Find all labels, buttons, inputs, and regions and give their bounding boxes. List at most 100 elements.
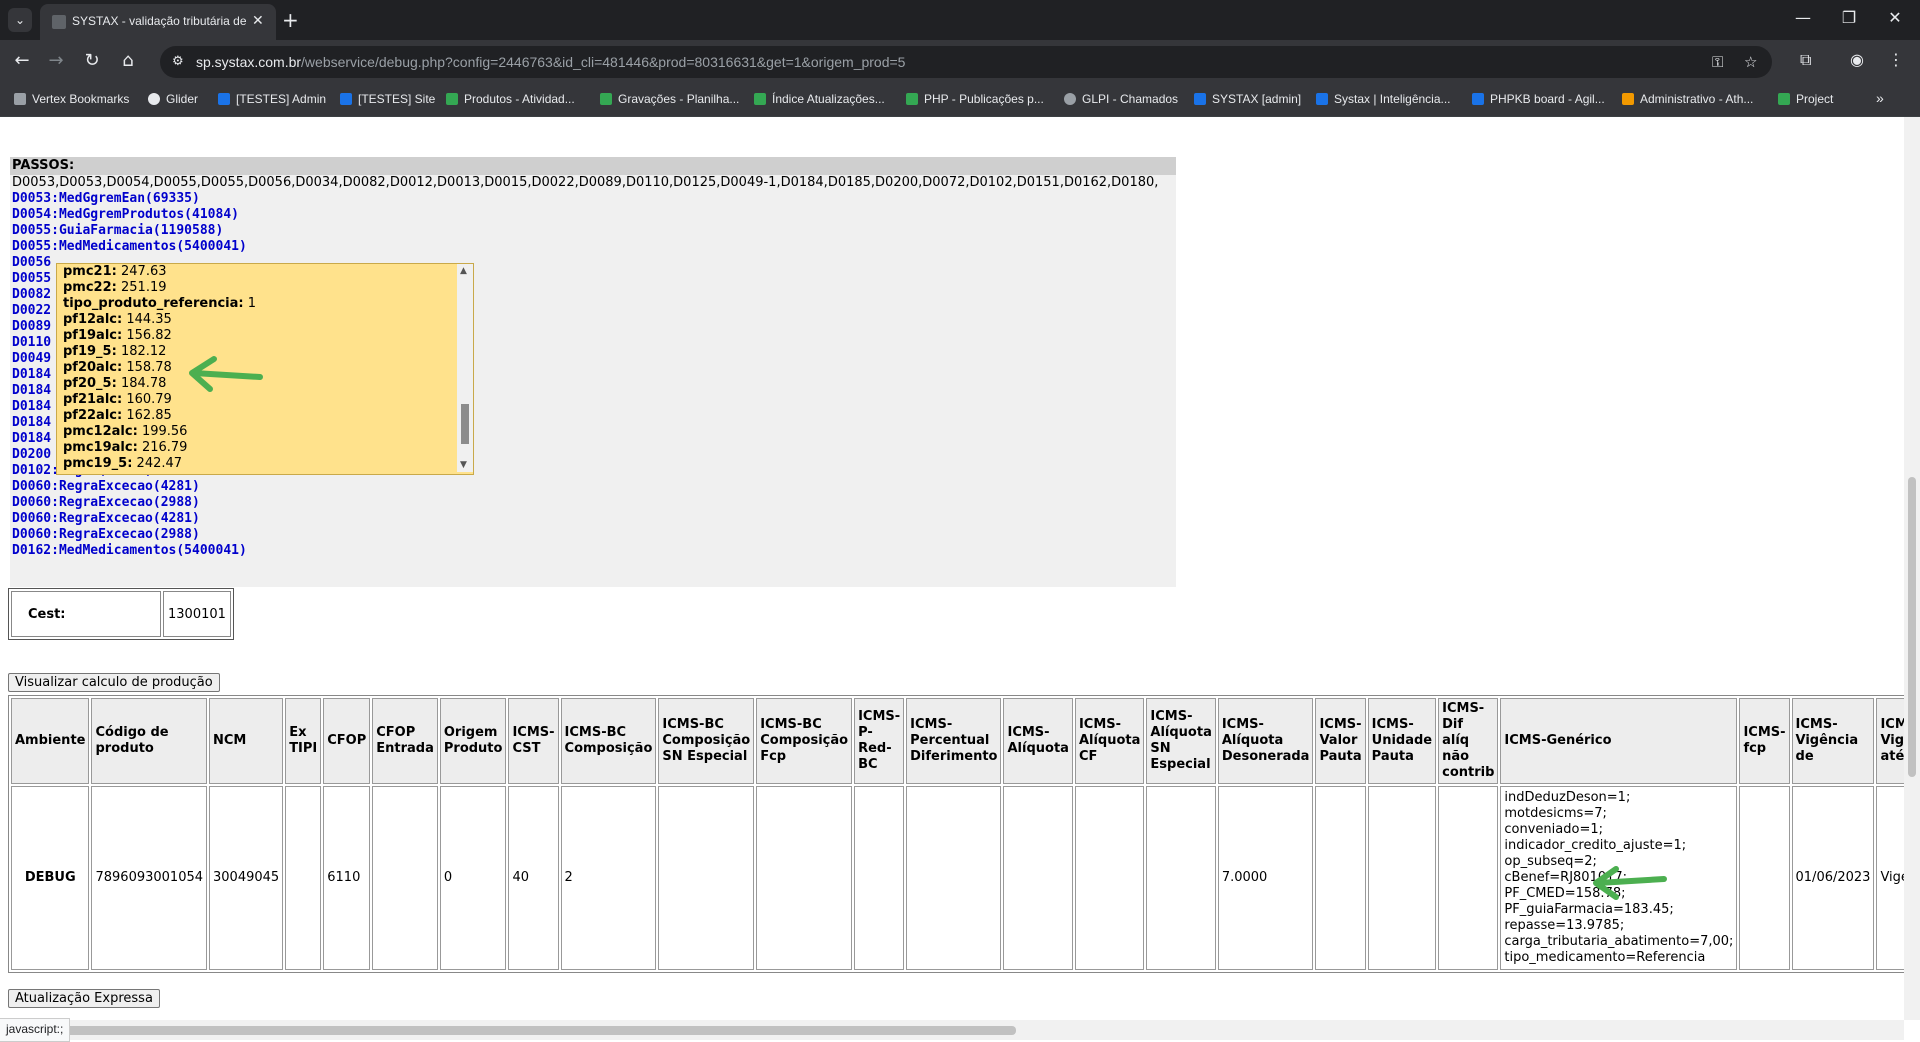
debug-link[interactable]: D0055:MedMedicamentos(5400041)	[12, 239, 1176, 255]
bookmark-item[interactable]: Gravações - Planilha...	[600, 92, 739, 106]
site-icon	[1316, 93, 1328, 105]
horizontal-scroll-thumb[interactable]	[60, 1026, 1016, 1035]
table-cell: 2	[560, 786, 657, 970]
close-tab-icon[interactable]: ✕	[252, 13, 264, 29]
vertical-scroll-thumb[interactable]	[1908, 477, 1916, 777]
menu-icon[interactable]: ⋮	[1888, 50, 1904, 69]
tab-strip: ⌄ SYSTAX - validação tributária de ✕ + —…	[0, 0, 1920, 40]
popup-key: pf20_5:	[63, 376, 117, 391]
green-arrow-pf-cmed	[1593, 866, 1667, 900]
minimize-icon[interactable]: —	[1780, 8, 1826, 27]
popup-scrollbar[interactable]: ▲ ▼	[457, 264, 473, 472]
back-icon[interactable]: ←	[10, 50, 34, 71]
debug-link[interactable]: D0060:RegraExcecao(4281)	[12, 511, 1176, 527]
scroll-down-icon[interactable]: ▼	[460, 460, 467, 470]
atualizacao-expressa-button[interactable]: Atualização Expressa	[8, 989, 160, 1008]
debug-link[interactable]: D0060:RegraExcecao(2988)	[12, 495, 1176, 511]
debug-link[interactable]: D0162:MedMedicamentos(5400041)	[12, 543, 1176, 559]
table-cell	[1438, 786, 1499, 970]
page-horizontal-scrollbar[interactable]	[0, 1020, 1904, 1040]
popup-row: tipo_produto_referencia: 1	[63, 296, 449, 312]
generic-line: indicador_credito_ajuste=1;	[1504, 838, 1687, 853]
table-cell: 01/06/2023	[1791, 786, 1875, 970]
sheets-icon	[906, 93, 918, 105]
tab-search-icon[interactable]: ⌄	[8, 8, 32, 32]
generic-line: tipo_medicamento=Referencia	[1504, 950, 1706, 965]
generic-line: repasse=13.9785;	[1504, 918, 1625, 933]
popup-value: 242.47	[136, 456, 183, 471]
bookmark-item[interactable]: PHPKB board - Agil...	[1472, 92, 1605, 106]
bookmark-star-icon[interactable]: ☆	[1744, 53, 1757, 71]
debug-link[interactable]: D0054:MedGgremProdutos(41084)	[12, 207, 1176, 223]
popup-row: pf22alc: 162.85	[63, 408, 449, 424]
table-cell: 30049045	[209, 786, 284, 970]
bookmark-item[interactable]: Glider	[148, 92, 198, 106]
page-vertical-scrollbar[interactable]	[1904, 117, 1920, 1020]
column-header: ICMS-BC Composição Fcp	[756, 698, 853, 784]
table-cell	[1074, 786, 1145, 970]
bookmark-item[interactable]: Índice Atualizações...	[754, 92, 885, 106]
active-tab[interactable]: SYSTAX - validação tributária de ✕	[40, 4, 276, 40]
column-header: ICMS-Dif alíq não contrib	[1438, 698, 1499, 784]
popup-scroll-thumb[interactable]	[461, 404, 469, 444]
visualizar-calculo-button[interactable]: Visualizar calculo de produção	[8, 673, 220, 692]
bookmark-item[interactable]: Vertex Bookmarks	[14, 92, 129, 106]
column-header: ICMS-BC Composição SN Especial	[658, 698, 755, 784]
popup-row: pmc12alc: 199.56	[63, 424, 449, 440]
popup-key: pf22alc:	[63, 408, 123, 423]
bookmark-item[interactable]: [TESTES] Site	[340, 92, 435, 106]
forward-icon[interactable]: →	[44, 50, 68, 71]
popup-key: tipo_produto_referencia:	[63, 296, 244, 311]
popup-row: pf12alc: 144.35	[63, 312, 449, 328]
profile-icon[interactable]: ◉	[1850, 50, 1864, 69]
key-icon[interactable]: ⚿	[1712, 53, 1723, 71]
debug-link[interactable]: D0060:RegraExcecao(2988)	[12, 527, 1176, 543]
popup-value: 144.35	[126, 312, 172, 327]
bookmark-item[interactable]: GLPI - Chamados	[1064, 92, 1178, 106]
close-window-icon[interactable]: ✕	[1872, 8, 1918, 27]
bookmark-item[interactable]: Produtos - Atividad...	[446, 92, 575, 106]
address-bar[interactable]: ⚙ sp.systax.com.br/webservice/debug.php?…	[160, 46, 1772, 78]
column-header: ICMS-P-Red-BC	[854, 698, 905, 784]
debug-link[interactable]: D0055:GuiaFarmacia(1190588)	[12, 223, 1176, 239]
popup-value: 251.19	[121, 280, 167, 295]
table-cell: DEBUG	[11, 786, 90, 970]
debug-link[interactable]: D0053:MedGgremEan(69335)	[12, 191, 1176, 207]
passos-header: PASSOS:	[10, 157, 1176, 175]
more-bookmarks-icon[interactable]: »	[1876, 90, 1884, 106]
new-tab-icon[interactable]: +	[282, 8, 299, 32]
bookmark-item[interactable]: Administrativo - Ath...	[1622, 92, 1753, 106]
folder-icon	[14, 93, 26, 105]
popup-row: pmc21: 247.63	[63, 264, 449, 280]
bookmark-item[interactable]: SYSTAX [admin]	[1194, 92, 1301, 106]
popup-value: 182.12	[120, 344, 167, 359]
tab-title: SYSTAX - validação tributária de	[72, 14, 247, 28]
bookmark-item[interactable]: Systax | Inteligência...	[1316, 92, 1451, 106]
site-info-icon[interactable]: ⚙	[172, 54, 184, 69]
debug-link[interactable]: D0060:RegraExcecao(4281)	[12, 479, 1176, 495]
popup-value: 156.82	[126, 328, 172, 343]
bookmark-item[interactable]: PHP - Publicações p...	[906, 92, 1044, 106]
table-cell	[906, 786, 1002, 970]
site-icon	[218, 93, 230, 105]
popup-key: pf19alc:	[63, 328, 123, 343]
scroll-up-icon[interactable]: ▲	[460, 266, 467, 276]
popup-key: pf21alc:	[63, 392, 123, 407]
popup-key: pmc22:	[63, 280, 117, 295]
popup-row: pmc19alc: 216.79	[63, 440, 449, 456]
globe-icon	[148, 93, 160, 105]
bookmarks-bar: Vertex Bookmarks Glider [TESTES] Admin […	[0, 84, 1920, 117]
restore-icon[interactable]: ❐	[1826, 8, 1872, 27]
reload-icon[interactable]: ↻	[80, 50, 104, 71]
home-icon[interactable]: ⌂	[116, 50, 140, 71]
sheets-icon	[600, 93, 612, 105]
popup-value: 1	[247, 296, 256, 311]
site-icon	[340, 93, 352, 105]
table-cell	[1739, 786, 1790, 970]
column-header: Origem Produto	[439, 698, 507, 784]
bookmark-item[interactable]: [TESTES] Admin	[218, 92, 326, 106]
status-bar: javascript:;	[0, 1018, 71, 1042]
bookmark-item[interactable]: Project	[1778, 92, 1833, 106]
url-text: sp.systax.com.br/webservice/debug.php?co…	[196, 54, 906, 70]
extensions-icon[interactable]: ⧉	[1800, 50, 1811, 70]
